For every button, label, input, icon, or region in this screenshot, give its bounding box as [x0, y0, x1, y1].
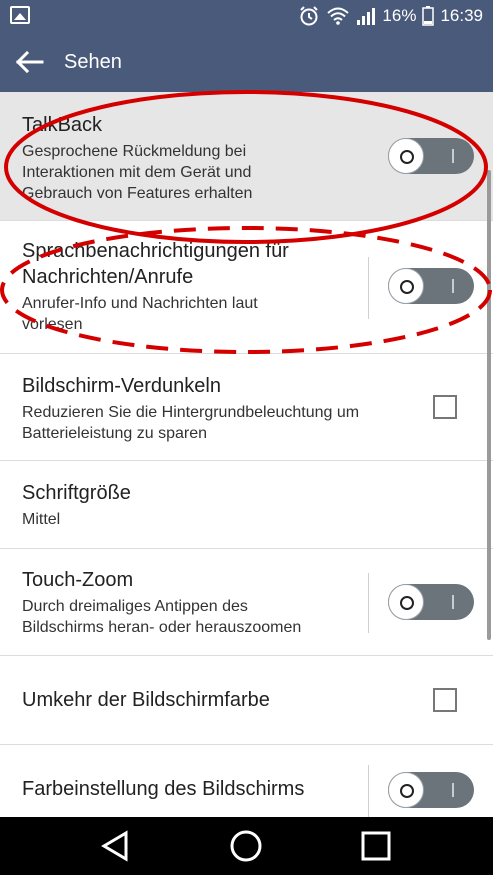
clock: 16:39	[440, 6, 483, 25]
toggle-knob	[388, 138, 424, 174]
wifi-icon	[327, 7, 350, 25]
toggle-on-mark	[452, 595, 454, 609]
setting-touch-zoom[interactable]: Touch-Zoom Durch dreimaliges Antippen de…	[0, 549, 493, 656]
setting-title: Umkehr der Bildschirmfarbe	[22, 689, 270, 711]
setting-title: Schriftgröße	[22, 482, 131, 504]
setting-subtitle: vorlesen	[22, 316, 83, 333]
setting-subtitle: Reduzieren Sie die Hintergrundbeleuchtun…	[22, 404, 360, 421]
setting-subtitle: Mittel	[22, 511, 61, 528]
voice-notifications-toggle[interactable]	[388, 268, 474, 304]
home-circle-icon[interactable]	[229, 829, 263, 863]
status-icons: 16% 16:39	[298, 0, 483, 32]
toggle-knob	[388, 268, 424, 304]
setting-title: Bildschirm-Verdunkeln	[22, 375, 221, 397]
recents-square-icon[interactable]	[361, 831, 391, 861]
color-adjustment-toggle[interactable]	[388, 772, 474, 808]
setting-subtitle: Durch dreimaliges Antippen des	[22, 598, 248, 615]
setting-title: Touch-Zoom	[22, 569, 134, 591]
settings-list: TalkBack Gesprochene Rückmeldung bei Int…	[0, 92, 493, 817]
screen-dim-checkbox[interactable]	[433, 395, 457, 419]
setting-title: TalkBack	[22, 114, 103, 136]
status-bar: 16% 16:39	[0, 0, 493, 32]
setting-subtitle: Gebrauch von Features erhalten	[22, 185, 253, 202]
setting-screen-dim[interactable]: Bildschirm-Verdunkeln Reduzieren Sie die…	[0, 354, 493, 461]
page-title: Sehen	[64, 51, 122, 73]
battery-percent: 16%	[382, 6, 417, 25]
navigation-bar	[0, 817, 493, 875]
setting-title: Nachrichten/Anrufe	[22, 266, 194, 288]
setting-subtitle: Interaktionen mit dem Gerät und	[22, 164, 252, 181]
setting-title: Farbeinstellung des Bildschirms	[22, 778, 305, 800]
battery-icon	[422, 6, 435, 26]
toggle-on-mark	[452, 279, 454, 293]
setting-subtitle: Batterieleistung zu sparen	[22, 425, 207, 442]
divider	[368, 573, 369, 633]
signal-icon	[357, 8, 376, 25]
setting-voice-notifications[interactable]: Sprachbenachrichtigungen für Nachrichten…	[0, 221, 493, 354]
back-button[interactable]	[12, 46, 46, 78]
touch-zoom-toggle[interactable]	[388, 584, 474, 620]
setting-talkback[interactable]: TalkBack Gesprochene Rückmeldung bei Int…	[0, 92, 493, 221]
toggle-on-mark	[452, 783, 454, 797]
alarm-icon	[300, 6, 319, 26]
setting-invert-colors[interactable]: Umkehr der Bildschirmfarbe	[0, 656, 493, 745]
app-bar: Sehen	[0, 32, 493, 92]
setting-color-adjustment[interactable]: Farbeinstellung des Bildschirms	[0, 745, 493, 817]
toggle-knob	[388, 772, 424, 808]
scrollbar[interactable]	[487, 170, 491, 640]
talkback-toggle[interactable]	[388, 138, 474, 174]
setting-subtitle: Bildschirms heran- oder herauszoomen	[22, 619, 302, 636]
invert-colors-checkbox[interactable]	[433, 688, 457, 712]
setting-subtitle: Gesprochene Rückmeldung bei	[22, 143, 247, 160]
toggle-on-mark	[452, 149, 454, 163]
toggle-knob	[388, 584, 424, 620]
back-triangle-icon[interactable]	[100, 830, 130, 862]
gallery-icon	[10, 6, 30, 24]
setting-subtitle: Anrufer-Info und Nachrichten laut	[22, 295, 258, 312]
setting-font-size[interactable]: Schriftgröße Mittel	[0, 461, 493, 549]
arrow-left-icon	[15, 50, 44, 74]
divider	[368, 765, 369, 817]
divider	[368, 257, 369, 319]
setting-title: Sprachbenachrichtigungen für	[22, 240, 289, 262]
